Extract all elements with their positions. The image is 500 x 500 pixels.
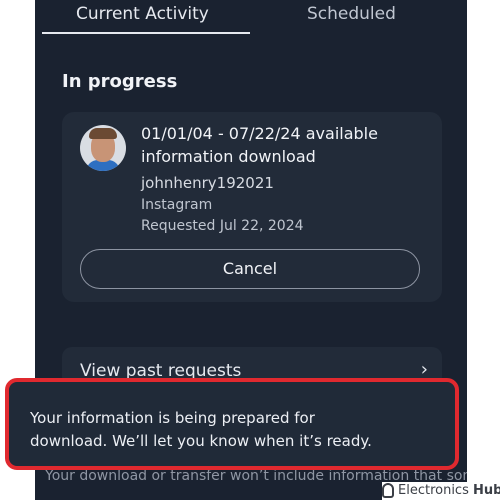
- request-username: johnhenry192021: [141, 174, 274, 192]
- electronics-hub-icon: [382, 483, 394, 498]
- chevron-right-icon: ›: [420, 359, 428, 380]
- section-title: In progress: [62, 71, 178, 92]
- request-platform: Instagram: [141, 197, 213, 213]
- tab-bar: Current Activity Scheduled: [35, 0, 467, 36]
- request-title-line1: 01/01/04 - 07/22/24 available: [141, 124, 378, 143]
- toast-line1: Your information is being prepared for: [30, 409, 315, 427]
- active-tab-indicator: [42, 32, 250, 34]
- cancel-button[interactable]: Cancel: [80, 249, 420, 289]
- tab-scheduled[interactable]: Scheduled: [307, 4, 396, 24]
- request-title-line2: information download: [141, 147, 316, 166]
- tab-current-activity[interactable]: Current Activity: [76, 4, 209, 24]
- toast-line2: download. We’ll let you know when it’s r…: [30, 432, 372, 450]
- download-request-card: 01/01/04 - 07/22/24 available informatio…: [62, 112, 442, 302]
- request-date: Requested Jul 22, 2024: [141, 218, 304, 234]
- watermark-text: Electronics Hub: [398, 483, 500, 498]
- watermark-logo: Electronics Hub: [382, 482, 500, 500]
- status-toast: Your information is being prepared for d…: [5, 378, 459, 470]
- avatar: [80, 125, 126, 171]
